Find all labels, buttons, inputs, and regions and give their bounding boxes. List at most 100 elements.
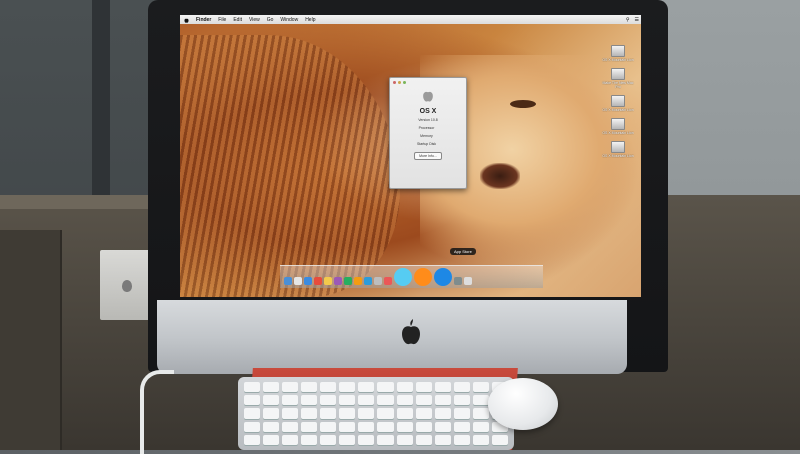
keyboard-key [396,395,413,406]
keyboard-key [263,434,280,445]
menu-bar: Finder File Edit View Go Window Help ⚲ ☰ [180,15,641,24]
os-version: Version 10.8 [418,118,438,122]
dock-tooltip: App Store [450,248,476,255]
keyboard-key [282,382,299,393]
keyboard-key [415,395,432,406]
keyboard-key [244,408,261,419]
keyboard-key [377,382,394,393]
keyboard-key [301,408,318,419]
dock-app-icon[interactable] [334,277,342,285]
keyboard-key [282,395,299,406]
wallpaper-lion-eye [510,100,536,108]
keyboard-key [377,421,394,432]
keyboard-key [434,382,451,393]
apple-logo-icon [399,318,423,346]
keyboard-key [263,395,280,406]
keyboard-key [301,421,318,432]
zoom-button[interactable] [403,81,406,84]
dock-app-icon[interactable] [314,277,322,285]
keyboard-key [491,434,508,445]
dock-app-icon[interactable] [414,268,432,286]
desktop-icon-drive[interactable]: OS X Mountain Lion [600,95,636,112]
dock [280,265,543,288]
hard-drive-icon [611,68,625,80]
dock-app-icon[interactable] [294,277,302,285]
keyboard-key [377,395,394,406]
dock-app-icon[interactable] [454,277,462,285]
menu-window[interactable]: Window [280,17,298,23]
notification-center-icon[interactable]: ☰ [635,17,639,23]
keyboard-key [320,395,337,406]
dock-app-icon[interactable] [374,277,382,285]
menu-go[interactable]: Go [267,17,274,23]
wireless-keyboard [238,377,514,450]
hard-drive-icon [611,141,625,153]
keyboard-key [263,421,280,432]
keyboard-key [320,434,337,445]
dock-app-icon[interactable] [364,277,372,285]
spec-row: Startup Disk [416,142,437,146]
keyboard-key [472,434,489,445]
spec-row: Memory [420,134,433,138]
keyboard-key [415,382,432,393]
wallpaper-lion-nose [480,163,520,189]
keyboard-key [396,382,413,393]
keyboard-key [301,434,318,445]
side-cabinet [0,230,62,450]
keyboard-key [282,408,299,419]
keyboard-key [396,434,413,445]
close-button[interactable] [393,81,396,84]
keyboard-key [415,434,432,445]
desktop-screen[interactable]: Finder File Edit View Go Window Help ⚲ ☰… [180,15,641,297]
keyboard-key [434,395,451,406]
keyboard-key [415,421,432,432]
menu-view[interactable]: View [249,17,260,23]
keyboard-key [377,408,394,419]
desktop-icon-drive[interactable]: Make The New Mac Pro [600,68,636,89]
dock-app-icon[interactable] [434,268,452,286]
apple-logo-icon [422,88,434,102]
apple-logo-icon [122,280,132,292]
hard-drive-icon [611,95,625,107]
menu-help[interactable]: Help [305,17,315,23]
magic-mouse [488,378,558,430]
desktop-icon-drive[interactable]: OS X Mountain Lion [600,118,636,135]
keyboard-key [434,421,451,432]
hard-drive-icon [611,45,625,57]
dock-app-icon[interactable] [284,277,292,285]
spec-row: Processor [418,126,435,130]
dock-app-icon[interactable] [354,277,362,285]
dock-app-icon[interactable] [324,277,332,285]
desktop-icons: OS X Mountain Lion Make The New Mac Pro … [600,45,636,215]
keyboard-key [339,434,356,445]
keyboard-key [339,408,356,419]
dock-app-icon[interactable] [344,277,352,285]
keyboard-key [282,421,299,432]
keyboard-key [358,421,375,432]
desktop-icon-drive[interactable]: OS X Mountain Lion [600,141,636,158]
keyboard-key [472,382,489,393]
keyboard-key [358,382,375,393]
keyboard-key [396,421,413,432]
hard-drive-icon [611,118,625,130]
menu-finder[interactable]: Finder [196,17,211,23]
keyboard-key [339,382,356,393]
keyboard-key [358,408,375,419]
keyboard-key [434,434,451,445]
keyboard-key [244,395,261,406]
about-this-mac-window: OS X Version 10.8 Processor Memory Start… [389,77,467,189]
dock-app-icon[interactable] [304,277,312,285]
desktop-icon-drive[interactable]: OS X Mountain Lion [600,45,636,62]
keyboard-key [358,395,375,406]
minimize-button[interactable] [398,81,401,84]
apple-menu-icon[interactable] [184,17,189,23]
dock-app-icon[interactable] [394,268,412,286]
keyboard-key [244,382,261,393]
more-info-button[interactable]: More Info... [414,152,442,160]
os-name: OS X [419,108,437,115]
dock-app-icon[interactable] [464,277,472,285]
menu-edit[interactable]: Edit [233,17,242,23]
spotlight-icon[interactable]: ⚲ [626,17,630,23]
menu-file[interactable]: File [218,17,226,23]
dock-app-icon[interactable] [384,277,392,285]
